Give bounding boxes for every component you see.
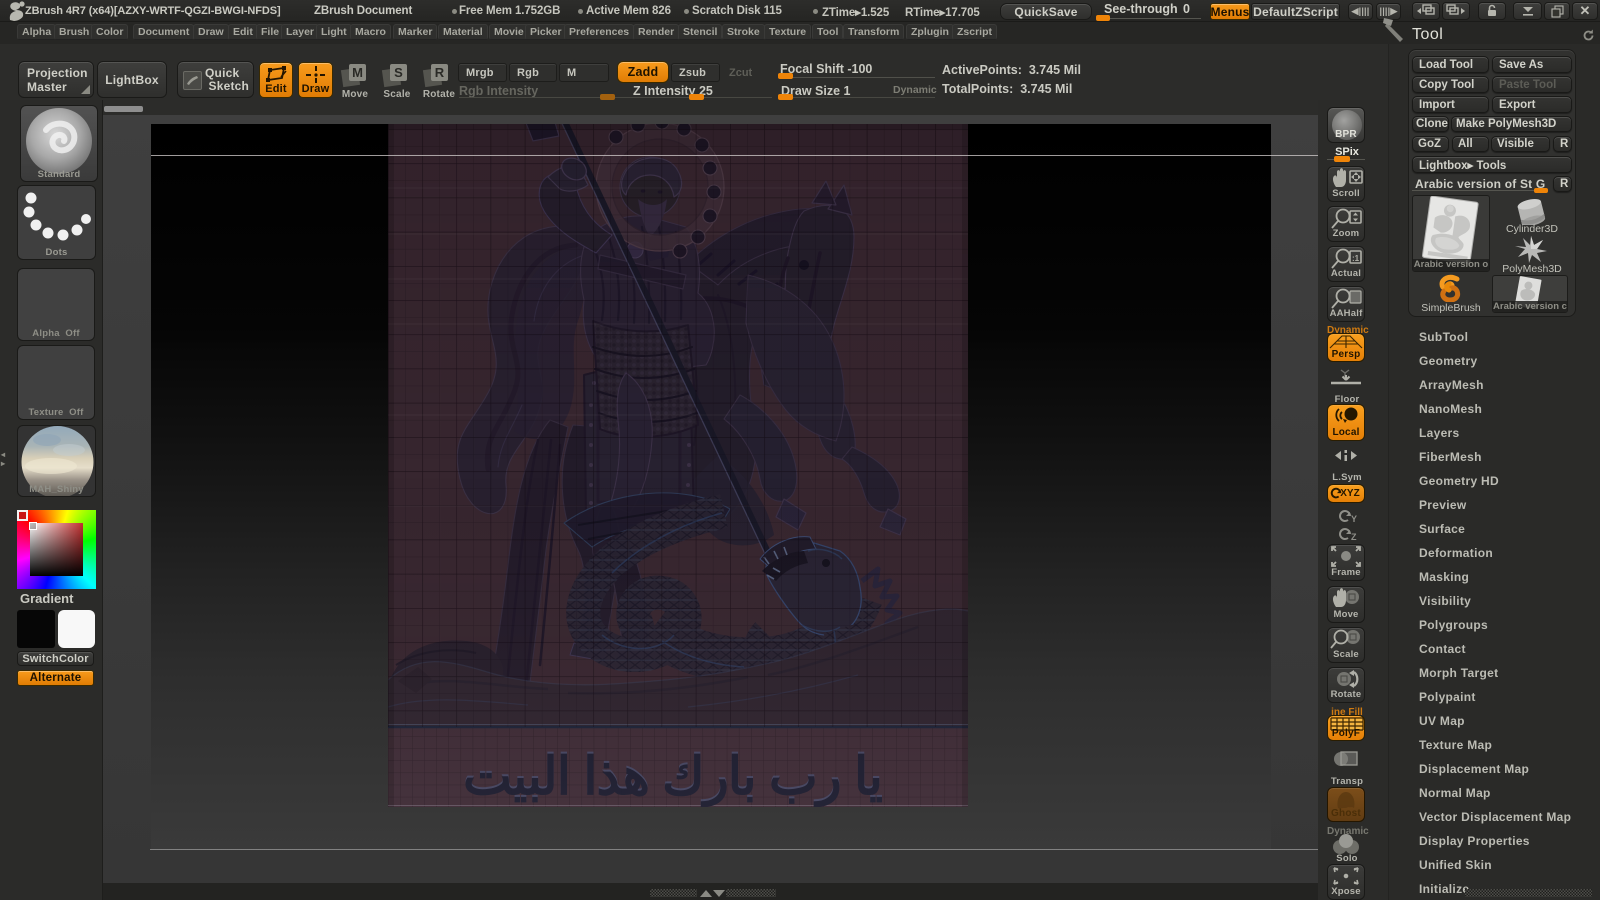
svg-text:Z: Z	[1351, 532, 1357, 541]
svg-text:Y: Y	[1351, 514, 1357, 523]
svg-text::1: :1	[1352, 254, 1360, 263]
